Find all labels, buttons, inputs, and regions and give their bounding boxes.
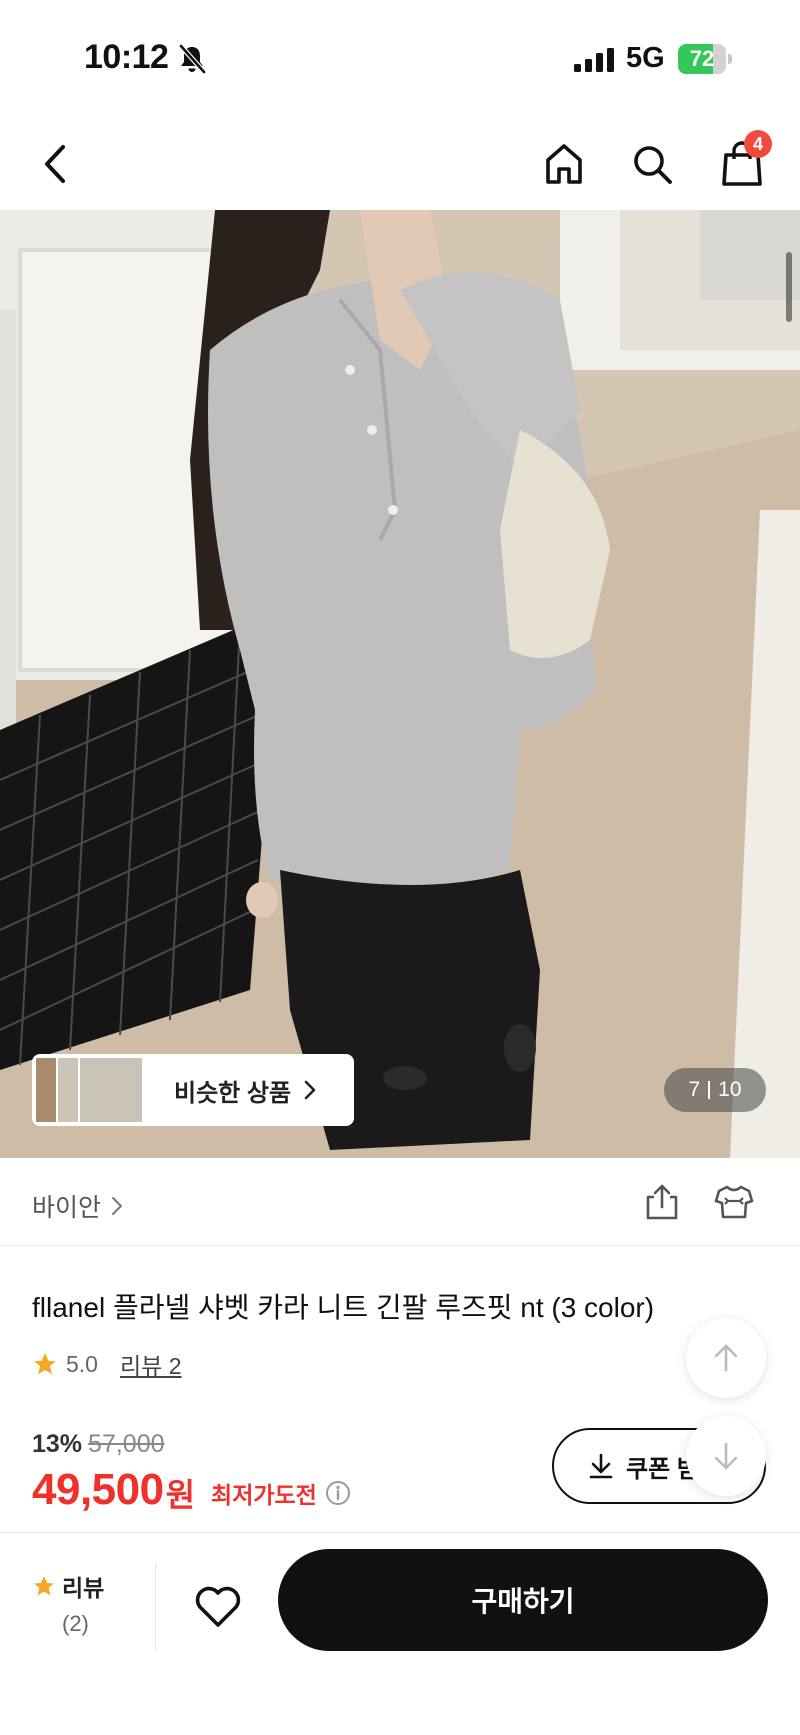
battery-indicator: 72 — [678, 44, 732, 74]
brand-row: 바이안 — [0, 1158, 800, 1246]
scroll-top-button[interactable] — [686, 1318, 766, 1398]
info-icon[interactable] — [325, 1480, 351, 1506]
brand-name: 바이안 — [32, 1194, 102, 1222]
product-image-carousel[interactable]: 비슷한 상품 7 10 — [0, 210, 800, 1158]
buy-button[interactable]: 구매하기 — [278, 1549, 768, 1651]
discount-rate: 13% — [32, 1430, 83, 1458]
review-link[interactable]: 리뷰 2 — [120, 1347, 182, 1381]
total-pages: 10 — [718, 1078, 742, 1101]
chevron-right-icon — [304, 1080, 316, 1100]
chevron-right-icon — [112, 1197, 123, 1215]
discount-row: 13% 57,000 — [32, 1430, 165, 1459]
price-unit: 원 — [165, 1477, 196, 1513]
price-row: 49,500 원 최저가도전 — [32, 1464, 351, 1516]
review-summary-button[interactable]: 리뷰 (2) — [32, 1569, 140, 1639]
cart-count-badge: 4 — [744, 130, 772, 158]
image-scroll-indicator — [786, 252, 792, 322]
search-icon — [634, 146, 672, 184]
brand-link[interactable]: 바이안 — [32, 1188, 123, 1224]
similar-thumbnail — [80, 1058, 144, 1122]
signal-icon — [574, 48, 614, 72]
scroll-bottom-button[interactable] — [686, 1416, 766, 1496]
download-icon — [589, 1453, 613, 1479]
image-page-counter: 7 10 — [664, 1068, 766, 1112]
arrow-up-icon — [714, 1344, 738, 1372]
similar-products-button[interactable]: 비슷한 상품 — [32, 1054, 354, 1126]
review-count: (2) — [62, 1611, 89, 1636]
wishlist-button[interactable] — [188, 1579, 248, 1635]
fitting-button[interactable] — [712, 1180, 756, 1224]
similar-thumbnails — [36, 1058, 144, 1122]
product-title: fllanel 플라넬 샤벳 카라 니트 긴팔 루즈핏 nt (3 color) — [32, 1292, 655, 1323]
original-price: 57,000 — [88, 1430, 165, 1458]
rating-row: 5.0 리뷰 2 — [32, 1347, 182, 1381]
back-button[interactable] — [28, 136, 84, 192]
network-label: 5G — [626, 42, 665, 74]
sale-price: 49,500 — [32, 1465, 164, 1514]
home-icon — [546, 144, 582, 184]
back-icon — [45, 145, 65, 183]
arrow-down-icon — [714, 1442, 738, 1470]
home-button[interactable] — [536, 136, 592, 192]
nav-bar: 4 — [0, 118, 800, 210]
battery-level: 72 — [689, 46, 715, 71]
divider — [155, 1563, 156, 1651]
rating-score: 5.0 — [66, 1350, 98, 1377]
review-label: 리뷰 — [62, 1575, 105, 1601]
similar-products-label: 비슷한 상품 — [174, 1079, 292, 1107]
status-bar: 10:12 5G 72 — [0, 0, 800, 118]
current-page: 7 — [688, 1078, 701, 1101]
star-icon — [34, 1353, 56, 1375]
bell-slash-icon — [179, 44, 206, 74]
cart-button[interactable]: 4 — [714, 130, 772, 192]
star-icon — [34, 1576, 54, 1596]
share-button[interactable] — [640, 1180, 684, 1224]
bottom-action-bar: 리뷰 (2) 구매하기 — [0, 1532, 800, 1735]
lowest-price-label: 최저가도전 — [211, 1482, 317, 1508]
heart-icon — [195, 1586, 241, 1627]
fitting-icon — [714, 1185, 754, 1219]
product-photo — [0, 210, 800, 1158]
search-button[interactable] — [624, 136, 680, 192]
status-time: 10:12 — [84, 38, 169, 76]
share-icon — [646, 1184, 678, 1220]
